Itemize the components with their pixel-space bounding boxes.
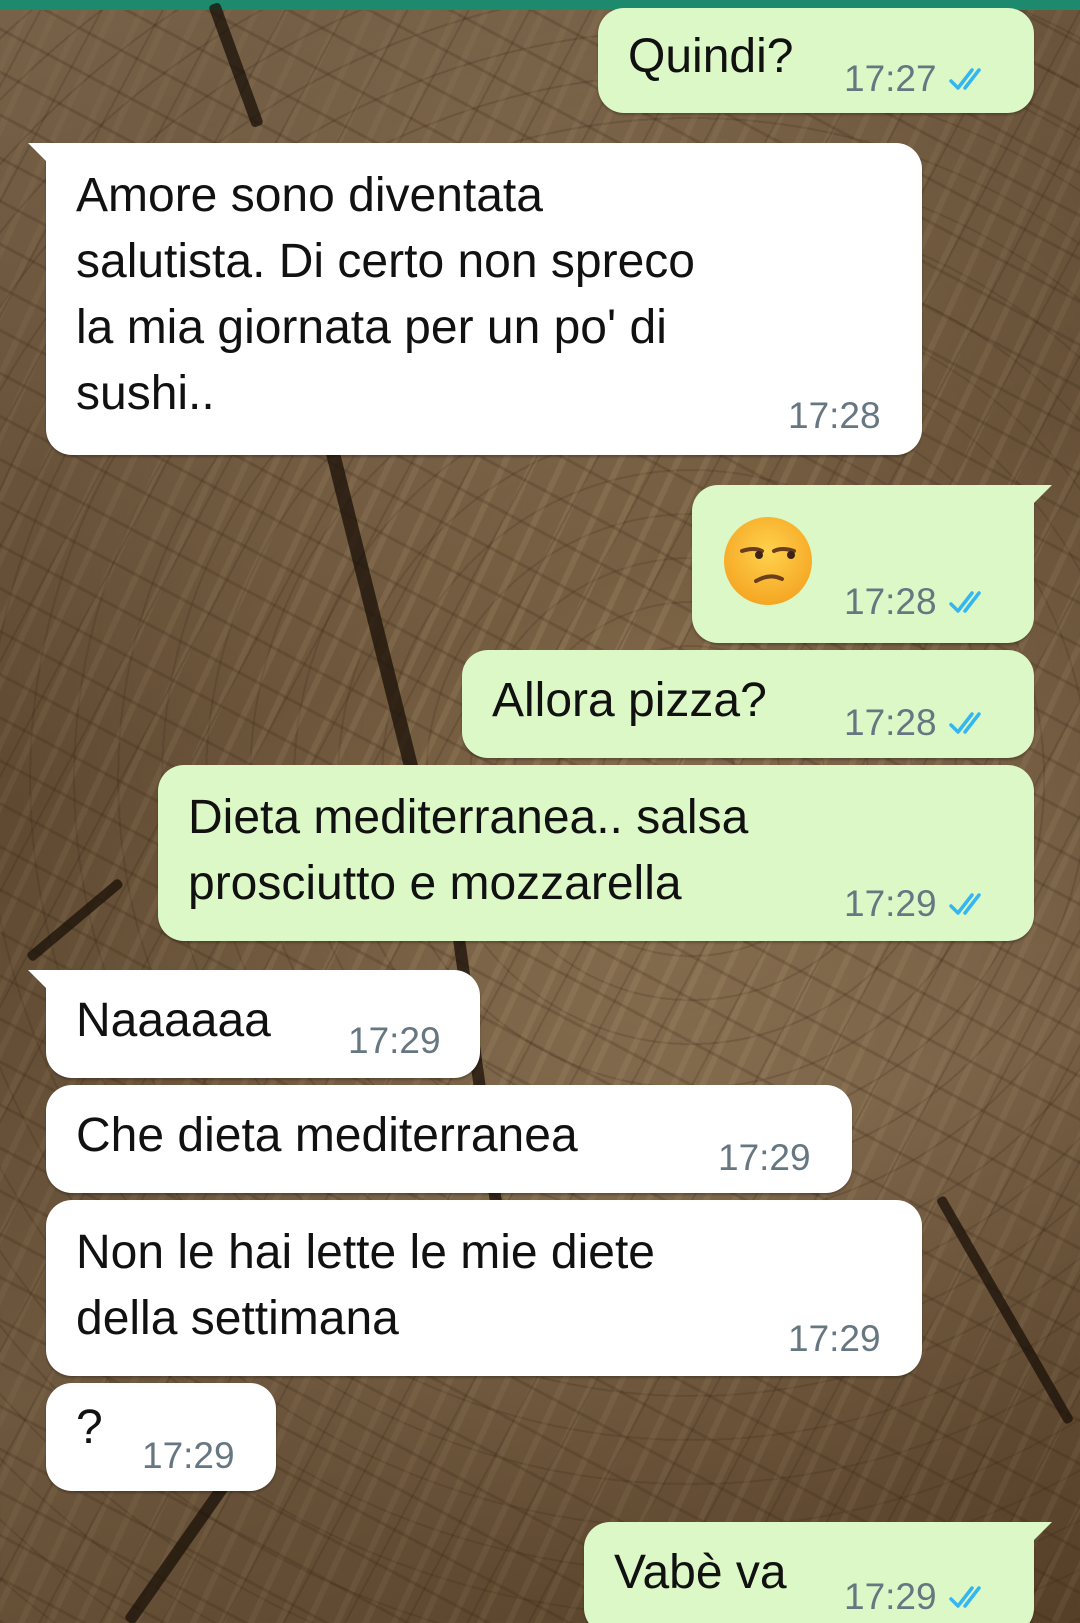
message-time: 17:28 bbox=[844, 581, 937, 622]
message-bubble-incoming[interactable]: ? 17:29 bbox=[46, 1383, 276, 1491]
message-bubble-outgoing[interactable]: Quindi? 17:27 bbox=[598, 8, 1034, 113]
message-text: Naaaaaa bbox=[76, 994, 271, 1047]
message-meta: 17:27 bbox=[844, 58, 991, 100]
message-time: 17:29 bbox=[844, 883, 937, 924]
message-text: Vabè va bbox=[614, 1546, 787, 1599]
message-time: 17:28 bbox=[788, 395, 881, 436]
message-time: 17:28 bbox=[844, 702, 937, 743]
message-meta: 17:28 bbox=[844, 702, 991, 744]
message-time: 17:29 bbox=[718, 1137, 811, 1178]
message-time: 17:29 bbox=[844, 1576, 937, 1617]
message-meta: 17:29 bbox=[788, 1318, 881, 1360]
read-receipt-icon bbox=[948, 1586, 981, 1608]
message-bubble-outgoing[interactable]: Dieta mediterranea.. salsa prosciutto e … bbox=[158, 765, 1034, 941]
message-text: Allora pizza? bbox=[492, 674, 767, 727]
message-meta: 17:28 bbox=[844, 581, 991, 623]
message-time: 17:27 bbox=[844, 58, 937, 99]
message-time: 17:29 bbox=[142, 1435, 235, 1476]
message-time: 17:29 bbox=[348, 1020, 441, 1061]
message-meta: 17:29 bbox=[142, 1435, 235, 1477]
wallpaper-crack bbox=[208, 1, 264, 129]
message-bubble-outgoing[interactable]: 17:28 bbox=[692, 485, 1052, 643]
message-text: Che dieta mediterranea bbox=[76, 1109, 578, 1162]
unamused-face-emoji bbox=[724, 517, 812, 605]
read-receipt-icon bbox=[948, 893, 981, 915]
message-text: Amore sono diventata salutista. Di certo… bbox=[76, 169, 695, 420]
message-text: Non le hai lette le mie diete della sett… bbox=[76, 1226, 655, 1345]
message-bubble-incoming[interactable]: Naaaaaa 17:29 bbox=[28, 970, 480, 1078]
message-bubble-incoming[interactable]: Amore sono diventata salutista. Di certo… bbox=[28, 143, 922, 455]
message-meta: 17:29 bbox=[844, 1576, 991, 1618]
message-bubble-outgoing[interactable]: Vabè va 17:29 bbox=[584, 1522, 1052, 1623]
message-meta: 17:29 bbox=[718, 1137, 811, 1179]
read-receipt-icon bbox=[948, 712, 981, 734]
message-meta: 17:28 bbox=[788, 395, 881, 437]
message-bubble-incoming[interactable]: Che dieta mediterranea 17:29 bbox=[46, 1085, 852, 1193]
message-bubble-outgoing[interactable]: Allora pizza? 17:28 bbox=[462, 650, 1034, 758]
message-meta: 17:29 bbox=[844, 883, 991, 925]
read-receipt-icon bbox=[948, 68, 981, 90]
message-text: Quindi? bbox=[628, 30, 794, 83]
read-receipt-icon bbox=[948, 591, 981, 613]
message-bubble-incoming[interactable]: Non le hai lette le mie diete della sett… bbox=[46, 1200, 922, 1376]
message-time: 17:29 bbox=[788, 1318, 881, 1359]
wallpaper-crack bbox=[935, 1194, 1075, 1426]
message-meta: 17:29 bbox=[348, 1020, 441, 1062]
message-text: ? bbox=[76, 1401, 103, 1454]
wallpaper-crack bbox=[25, 877, 125, 963]
message-text: Dieta mediterranea.. salsa prosciutto e … bbox=[188, 791, 749, 910]
